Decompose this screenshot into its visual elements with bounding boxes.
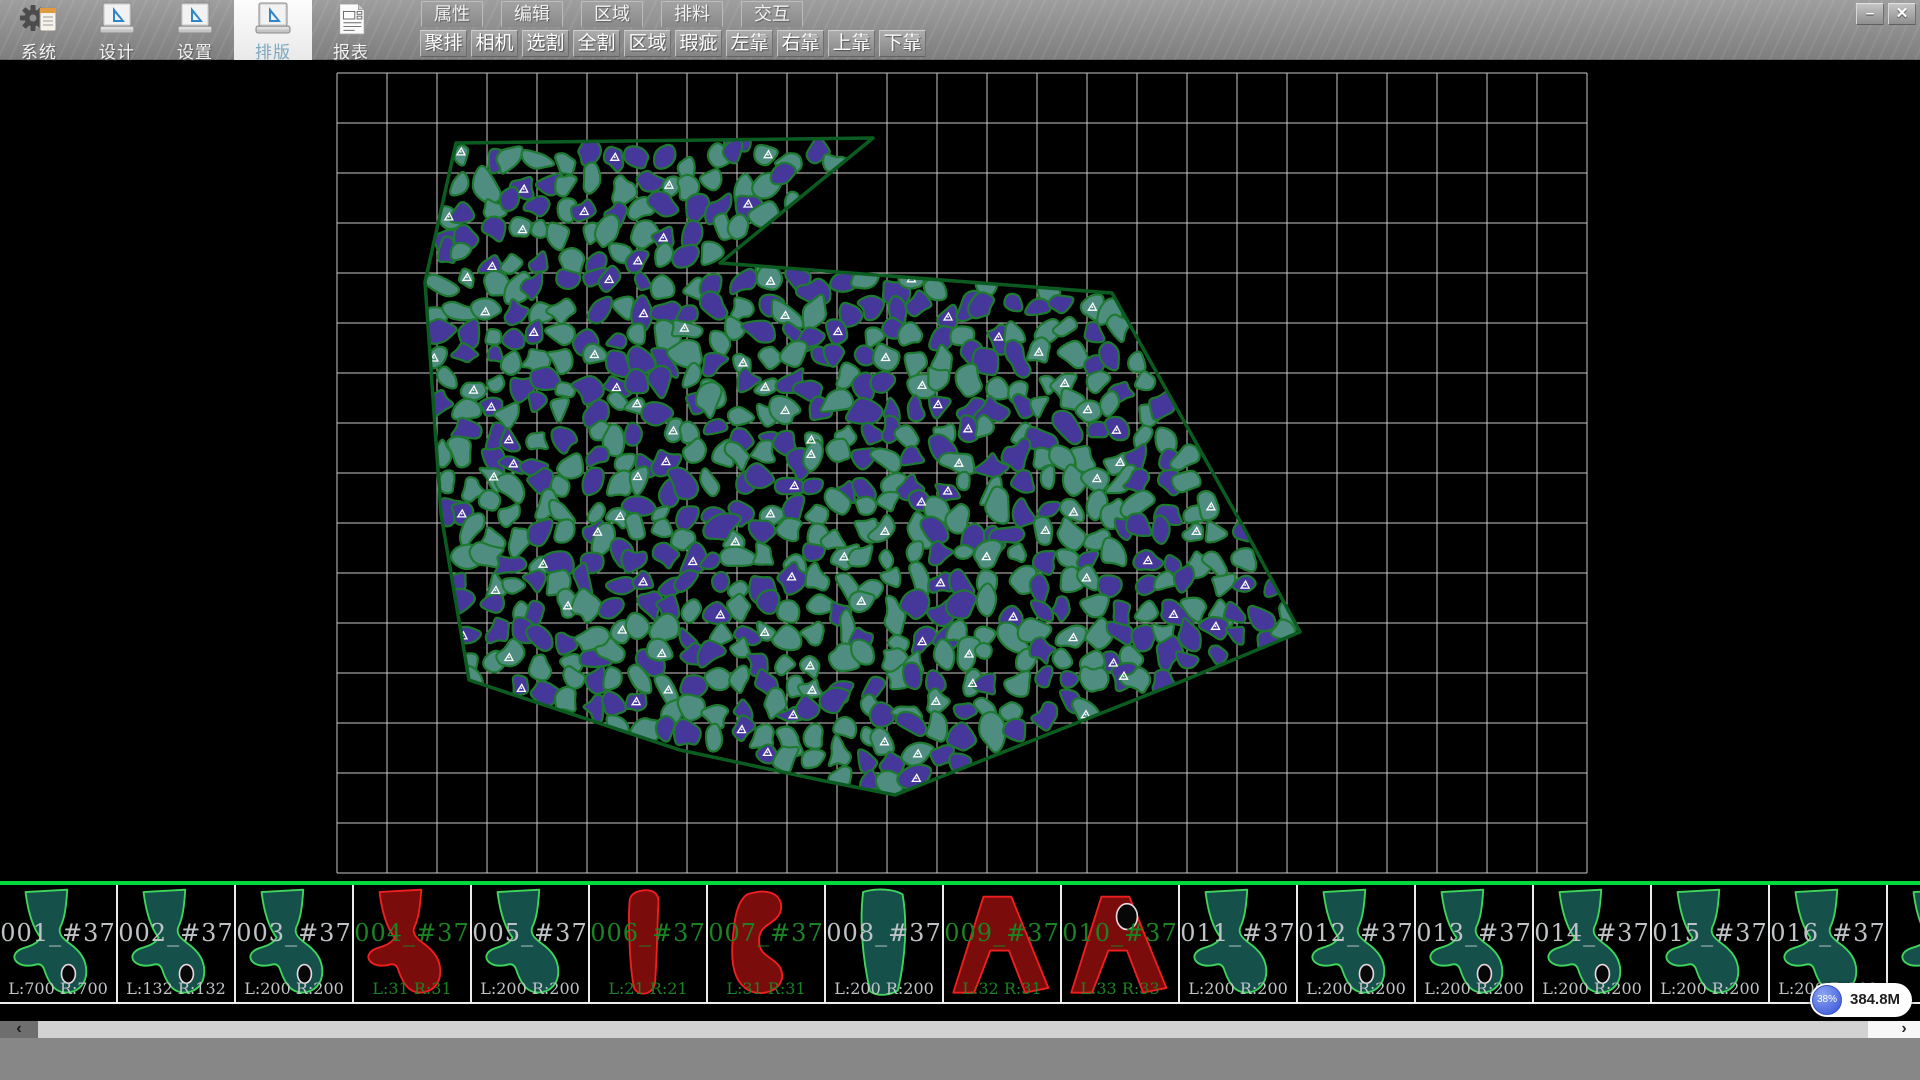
horizontal-scrollbar[interactable]: ‹ › [0, 1021, 1920, 1038]
nav-item-label: 设置 [177, 43, 213, 62]
thumbnail-013_#37[interactable]: 013_#37 L:200 R:200 [1416, 885, 1534, 1002]
design-icon [78, 2, 156, 38]
nav-item-layout[interactable]: 排版 [234, 0, 312, 60]
toolbar-button-4[interactable]: 全割 [573, 30, 620, 57]
part-name-label: 011_#37 [1180, 919, 1296, 947]
part-name-label: 005_#37 [472, 919, 588, 947]
toolbar-button-1[interactable]: 聚排 [420, 30, 467, 57]
thumbnail-008_#37[interactable]: 008_#37 L:200 R:200 [826, 885, 944, 1002]
part-name-label: 010_#37 [1062, 919, 1178, 947]
nav-item-label: 系统 [21, 43, 57, 62]
part-name-label: 001_#37 [0, 919, 116, 947]
toolbar-button-2[interactable]: 相机 [471, 30, 518, 57]
thumbnail-010_#37[interactable]: 010_#37 L:33 R:33 [1062, 885, 1180, 1002]
thumbnail-005_#37[interactable]: 005_#37 L:200 R:200 [472, 885, 590, 1002]
scrollbar-thumb[interactable] [38, 1021, 1868, 1038]
part-name-label: 003_#37 [236, 919, 352, 947]
menu-tab-bar: 属性编辑区域排料交互 [421, 1, 803, 27]
part-quantity-label: L:200 R:200 [1652, 979, 1768, 998]
top-toolbar: 系统设计设置排版报表 属性编辑区域排料交互 聚排相机选割全割区域瑕疵左靠右靠上靠… [0, 0, 1920, 60]
thumbnail-007_#37[interactable]: 007_#37 L:31 R:31 [708, 885, 826, 1002]
part-name-label: 014_#37 [1534, 919, 1650, 947]
action-toolbar: 聚排相机选割全割区域瑕疵左靠右靠上靠下靠 [420, 30, 926, 57]
part-quantity-label: L:200 R:200 [826, 979, 942, 998]
toolbar-button-6[interactable]: 瑕疵 [675, 30, 722, 57]
parts-filmstrip: 001_#37L:700 R:700002_#37L:132 R:132003_… [0, 885, 1920, 1004]
part-name-label: 013_#37 [1416, 919, 1532, 947]
status-bar [0, 1038, 1920, 1080]
part-quantity-label: L:21 R:21 [590, 979, 706, 998]
thumbnail-004_#37[interactable]: 004_#37 L:31 R:31 [354, 885, 472, 1002]
part-name-label: 015_#37 [1652, 919, 1768, 947]
part-name-label: 012_#37 [1298, 919, 1414, 947]
toolbar-button-5[interactable]: 区域 [624, 30, 671, 57]
part-quantity-label: L:33 R:33 [1062, 979, 1178, 998]
thumbnail-003_#37[interactable]: 003_#37 L:200 R:200 [236, 885, 354, 1002]
part-quantity-label: L:200 R:200 [1298, 979, 1414, 998]
nav-item-design[interactable]: 设计 [78, 0, 156, 60]
thumbnail-006_#37[interactable]: 006_#37 L:21 R:21 [590, 885, 708, 1002]
settings-icon [156, 2, 234, 38]
menu-tab-2[interactable]: 编辑 [501, 1, 563, 27]
system-icon [0, 2, 78, 38]
part-quantity-label: L:700 R:700 [0, 979, 116, 998]
part-name-label: 004_#37 [354, 919, 470, 947]
menu-tab-4[interactable]: 排料 [661, 1, 723, 27]
nav-item-label: 报表 [333, 43, 369, 62]
part-name-label: 016_#37 [1770, 919, 1886, 947]
part-name-label: 002_#37 [118, 919, 234, 947]
toolbar-button-9[interactable]: 上靠 [828, 30, 875, 57]
close-button[interactable]: ✕ [1888, 3, 1916, 25]
chevron-right-icon: › [1901, 1020, 1906, 1037]
toolbar-button-3[interactable]: 选割 [522, 30, 569, 57]
layout-icon [234, 2, 312, 38]
thumbnail-015_#37[interactable]: 015_#37 L:200 R:200 [1652, 885, 1770, 1002]
memory-percent-indicator: 38% [1812, 985, 1842, 1015]
report-icon [312, 2, 390, 38]
nav-item-label: 排版 [255, 43, 291, 62]
part-quantity-label: L:200 R:200 [1534, 979, 1650, 998]
part-quantity-label: L:31 R:31 [708, 979, 824, 998]
menu-tab-3[interactable]: 区域 [581, 1, 643, 27]
toolbar-button-7[interactable]: 左靠 [726, 30, 773, 57]
nav-item-label: 设计 [99, 43, 135, 62]
thumbnail-014_#37[interactable]: 014_#37 L:200 R:200 [1534, 885, 1652, 1002]
thumbnail-009_#37[interactable]: 009_#37 L:32 R:31 [944, 885, 1062, 1002]
part-quantity-label: L:200 R:200 [236, 979, 352, 998]
window-controls: – ✕ [1856, 3, 1916, 25]
thumbnail-011_#37[interactable]: 011_#37 L:200 R:200 [1180, 885, 1298, 1002]
scroll-left-button[interactable]: ‹ [0, 1021, 38, 1038]
minimize-button[interactable]: – [1856, 3, 1884, 25]
memory-value: 384.8M [1850, 983, 1900, 1017]
part-name-label: 008_#37 [826, 919, 942, 947]
part-quantity-label: L:132 R:132 [118, 979, 234, 998]
part-name-label: 007_#37 [708, 919, 824, 947]
toolbar-button-10[interactable]: 下靠 [879, 30, 926, 57]
part-quantity-label: L:200 R:200 [1416, 979, 1532, 998]
part-quantity-label: L:200 R:200 [472, 979, 588, 998]
part-name-label: 006_#37 [590, 919, 706, 947]
toolbar-button-8[interactable]: 右靠 [777, 30, 824, 57]
chevron-left-icon: ‹ [16, 1020, 21, 1037]
scroll-right-button[interactable]: › [1894, 1021, 1914, 1038]
menu-tab-1[interactable]: 属性 [421, 1, 483, 27]
nav-item-system[interactable]: 系统 [0, 0, 78, 60]
memory-badge[interactable]: 38% 384.8M [1810, 983, 1912, 1017]
part-quantity-label: L:32 R:31 [944, 979, 1060, 998]
part-quantity-label: L:200 R:200 [1180, 979, 1296, 998]
part-quantity-label: L:31 R:31 [354, 979, 470, 998]
part-name-label: 009_#37 [944, 919, 1060, 947]
nav-bar: 系统 设计 设置 排版 报表 [0, 0, 390, 60]
thumbnail-012_#37[interactable]: 012_#37 L:200 R:200 [1298, 885, 1416, 1002]
thumbnail-002_#37[interactable]: 002_#37 L:132 R:132 [118, 885, 236, 1002]
nav-item-settings[interactable]: 设置 [156, 0, 234, 60]
menu-tab-5[interactable]: 交互 [741, 1, 803, 27]
nav-item-report[interactable]: 报表 [312, 0, 390, 60]
thumbnail-001_#37[interactable]: 001_#37 L:700 R:700 [0, 885, 118, 1002]
